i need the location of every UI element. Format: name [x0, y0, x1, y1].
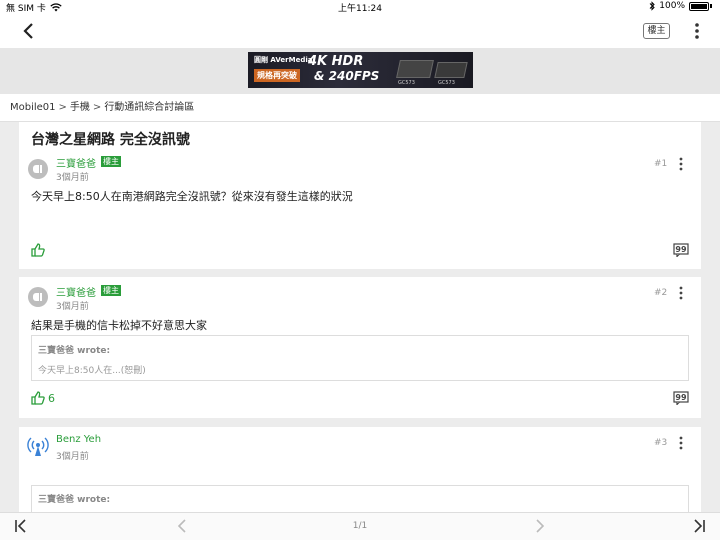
status-bar: 無 SIM 卡 上午11:24 100%: [0, 0, 720, 14]
battery-tip: [710, 4, 712, 8]
more-options-icon[interactable]: [678, 286, 684, 300]
antenna-avatar-icon[interactable]: [27, 435, 49, 457]
back-button[interactable]: [18, 20, 40, 42]
post-body: 結果是手機的信卡松掉不好意思大家: [31, 319, 207, 332]
ad-device-image: [396, 60, 434, 78]
bluetooth-icon: [649, 1, 655, 11]
post-author[interactable]: Benz Yeh: [56, 434, 101, 445]
ad-model-label: GC573: [438, 80, 455, 86]
floor-number: #3: [654, 438, 668, 448]
floor-number: #2: [654, 288, 668, 298]
owner-badge: 樓主: [101, 156, 121, 167]
battery-percent: 100%: [659, 1, 685, 11]
post-card: 台灣之星網路 完全沒訊號 三寶爸爸 樓主 3個月前 #1 今天早上8:50人在南…: [19, 122, 701, 269]
avatar[interactable]: [28, 287, 48, 307]
more-options-icon[interactable]: [678, 436, 684, 450]
ad-tag: 規格再突破: [254, 69, 300, 82]
more-options-icon[interactable]: [690, 21, 704, 41]
breadcrumb-item[interactable]: 手機: [70, 94, 90, 121]
thread-title: 台灣之星網路 完全沒訊號: [31, 132, 190, 148]
post-card: Benz Yeh 3個月前 #3 三寶爸爸 wrote:: [19, 427, 701, 512]
battery-icon: [689, 1, 709, 11]
thumbs-up-icon[interactable]: [30, 390, 46, 406]
quote-author: 三寶爸爸 wrote:: [38, 495, 111, 505]
quote-icon[interactable]: 99: [673, 243, 689, 257]
ad-area: 圓剛 AVerMedia 規格再突破 4K HDR & 240FPS GC573…: [0, 48, 720, 94]
page-indicator: 1/1: [352, 521, 368, 531]
ad-brand: 圓剛 AVerMedia: [254, 56, 313, 64]
more-options-icon[interactable]: [678, 157, 684, 171]
ad-subheadline: & 240FPS: [314, 69, 380, 83]
svg-text:99: 99: [675, 245, 687, 254]
last-page-icon[interactable]: [692, 519, 706, 533]
ad-banner[interactable]: 圓剛 AVerMedia 規格再突破 4K HDR & 240FPS GC573…: [248, 52, 473, 88]
ad-device-image: [434, 62, 468, 78]
breadcrumb-item[interactable]: 行動通訊綜合討論區: [104, 94, 194, 121]
quote-box: 三寶爸爸 wrote: 今天早上8:50人在...(恕刪): [31, 335, 689, 381]
post-time: 3個月前: [56, 173, 89, 183]
ad-model-label: GC573: [398, 80, 415, 86]
quote-author: 三寶爸爸 wrote:: [38, 346, 111, 356]
post-author[interactable]: 三寶爸爸: [56, 155, 96, 170]
breadcrumb: Mobile01 > 手機 > 行動通訊綜合討論區: [0, 94, 720, 122]
owner-filter-button[interactable]: 樓主: [643, 23, 670, 39]
avatar[interactable]: [28, 159, 48, 179]
post-card: 三寶爸爸 樓主 3個月前 #2 結果是手機的信卡松掉不好意思大家 三寶爸爸 wr…: [19, 277, 701, 418]
floor-number: #1: [654, 159, 668, 169]
breadcrumb-separator: >: [92, 102, 102, 113]
owner-badge: 樓主: [101, 285, 121, 296]
svg-text:99: 99: [675, 393, 687, 402]
nav-bar: 樓主: [0, 14, 720, 48]
post-time: 3個月前: [56, 302, 89, 312]
post-author[interactable]: 三寶爸爸: [56, 284, 96, 299]
thread-content[interactable]: 台灣之星網路 完全沒訊號 三寶爸爸 樓主 3個月前 #1 今天早上8:50人在南…: [0, 122, 720, 512]
quote-box: 三寶爸爸 wrote:: [31, 485, 689, 512]
quote-text: 今天早上8:50人在...(恕刪): [38, 366, 146, 376]
next-page-icon[interactable]: [532, 519, 546, 533]
post-time: 3個月前: [56, 452, 89, 462]
post-body: 今天早上8:50人在南港網路完全沒訊號？從來沒有發生這樣的狀況: [31, 190, 353, 203]
breadcrumb-item[interactable]: Mobile01: [10, 94, 56, 121]
clock: 上午11:24: [338, 4, 382, 14]
like-count: 6: [48, 392, 55, 405]
breadcrumb-separator: >: [58, 102, 67, 113]
quote-icon[interactable]: 99: [673, 391, 689, 405]
thumbs-up-icon[interactable]: [30, 242, 46, 258]
ad-headline: 4K HDR: [308, 54, 364, 69]
bottom-toolbar: 1/1: [0, 512, 720, 540]
